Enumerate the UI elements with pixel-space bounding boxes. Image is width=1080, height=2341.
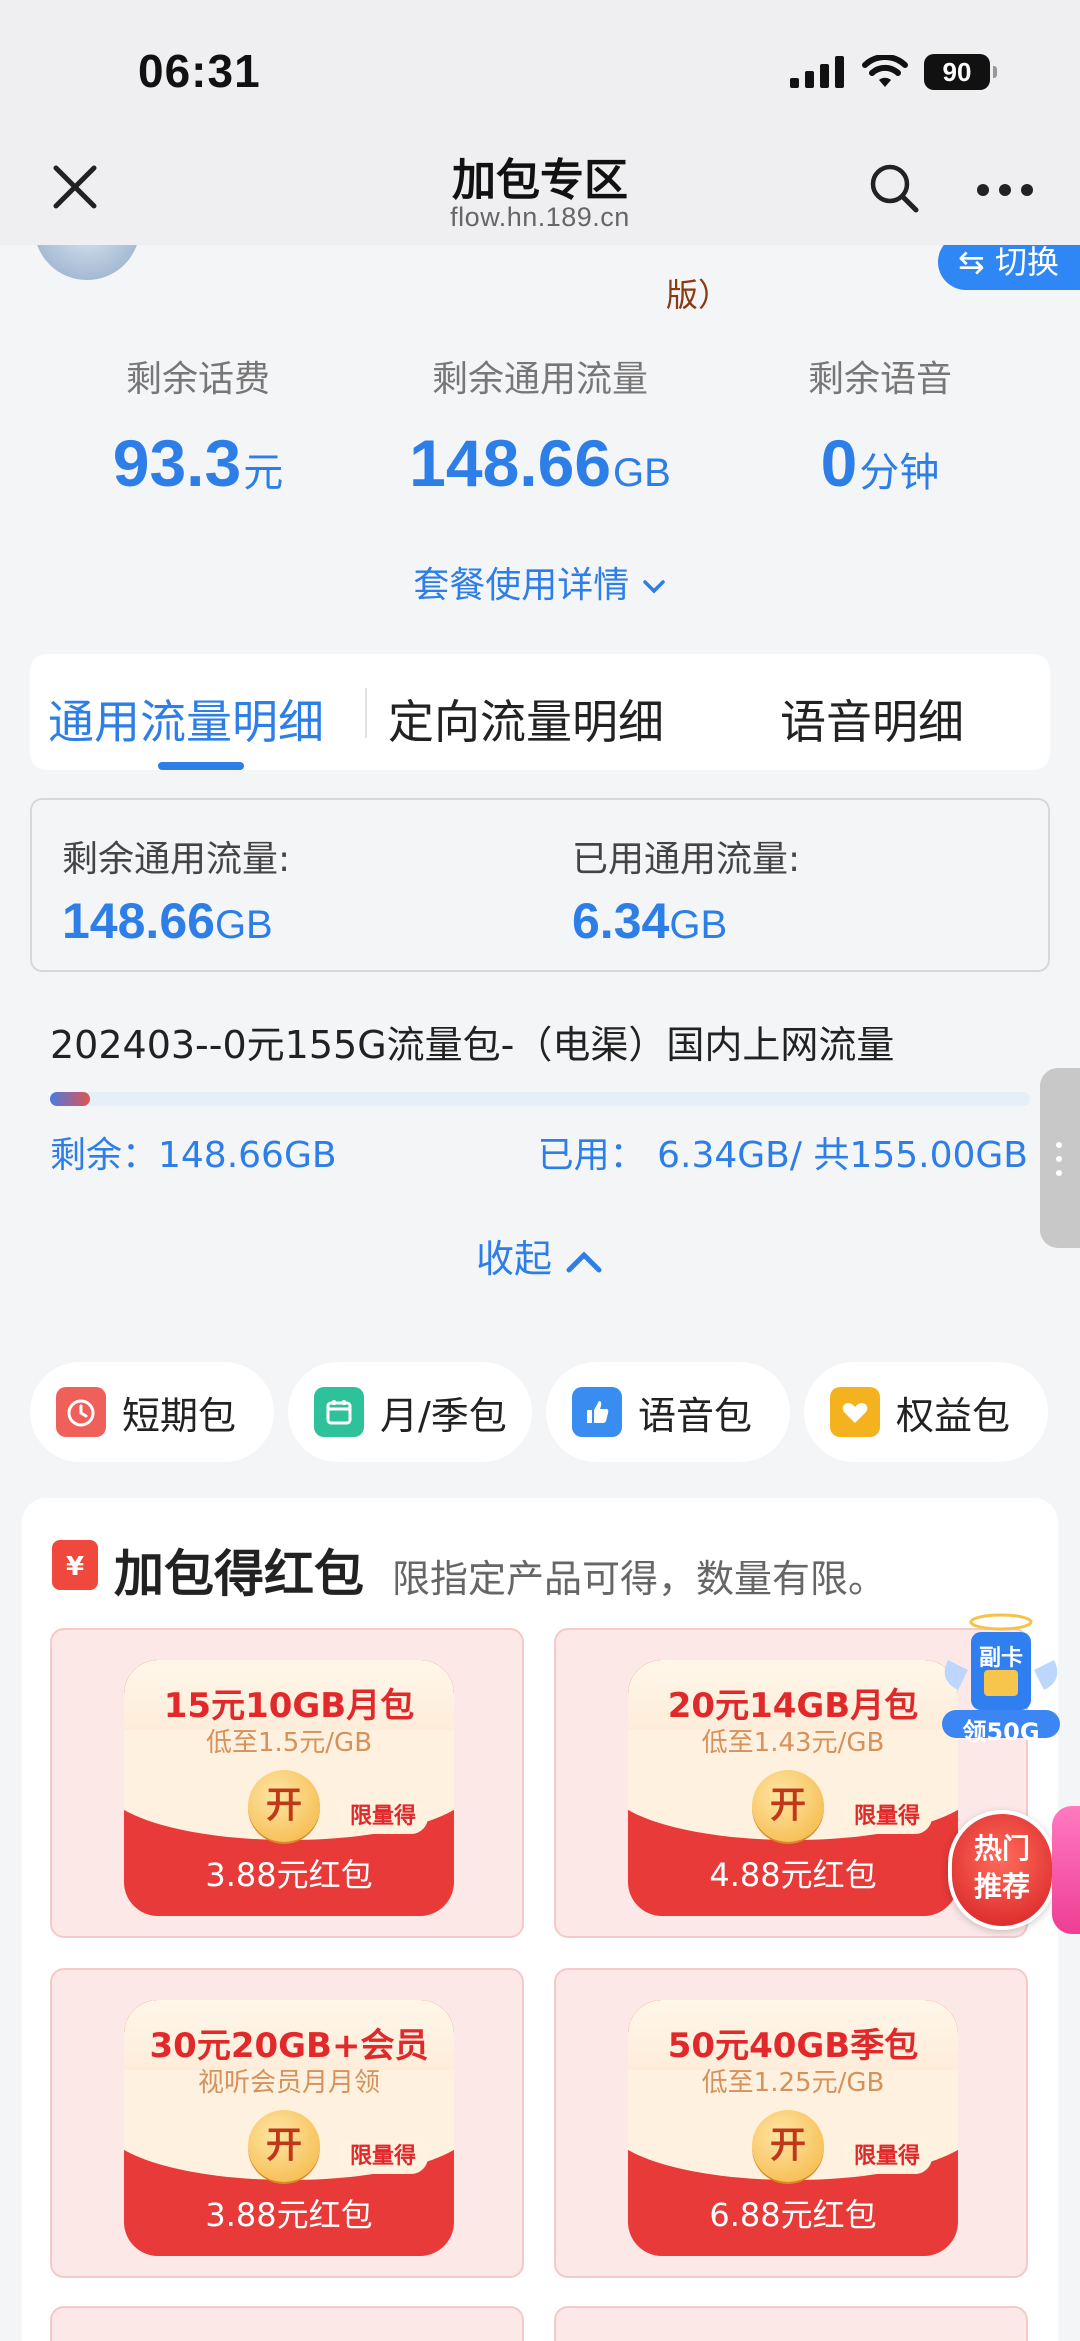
offer-title: 20元14GB月包 (667, 1686, 919, 1726)
tab-voice[interactable]: 语音明细 (780, 686, 964, 752)
offer-subtitle: 低至1.5元/GB (205, 1728, 373, 1758)
offer-subtitle: 视听会员月月领 (197, 2068, 380, 2098)
sim-promo-top: 副卡 (978, 1646, 1023, 1671)
redpacket-offer[interactable]: 15元10GB月包 低至1.5元/GB 开 限量得 3.88元红包 (50, 1628, 524, 1938)
category-monthly-quarterly[interactable]: 月/季包 (288, 1362, 532, 1462)
category-short-term[interactable]: 短期包 (30, 1362, 274, 1462)
offer-title: 15元10GB月包 (163, 1686, 415, 1726)
offer-subtitle: 低至1.43元/GB (701, 1728, 885, 1758)
account-edition-text: 版） (666, 276, 731, 314)
hot-line1: 热门 (973, 1832, 1030, 1865)
offer-title: 50元40GB季包 (667, 2026, 919, 2066)
status-time: 06:31 (138, 45, 261, 97)
tab-underline (158, 762, 244, 770)
limited-badge: 限量得 (338, 1800, 429, 1834)
chevron-down-icon (642, 580, 665, 594)
package-used: 已用： 6.34GB/ 共155.00GB (537, 1135, 1028, 1176)
open-button[interactable]: 开 (752, 1770, 824, 1842)
offer-amount: 3.88元红包 (205, 2196, 373, 2234)
signal-icon (790, 56, 844, 88)
offer-amount: 3.88元红包 (205, 1856, 373, 1894)
battery-indicator: 90 (924, 54, 997, 90)
side-promo-tab[interactable] (1052, 1806, 1080, 1934)
redpacket-subtitle: 限指定产品可得，数量有限。 (392, 1557, 887, 1601)
balance-value: 0分钟 (820, 426, 940, 500)
used-value: 6.34GB (572, 893, 728, 949)
remaining-summary: 剩余通用流量: 148.66GB (62, 830, 290, 950)
package-remaining: 剩余：148.66GB (50, 1135, 337, 1176)
balance-label: 剩余语音 (807, 359, 952, 400)
offer-amount: 6.88元红包 (709, 2196, 877, 2234)
offer-subtitle: 低至1.25元/GB (701, 2068, 885, 2098)
calendar-icon (314, 1387, 364, 1437)
tab-general-data[interactable]: 通用流量明细 (48, 686, 324, 752)
side-drawer-handle[interactable] (1040, 1068, 1080, 1248)
remaining-label: 剩余通用流量: (62, 839, 291, 880)
category-benefits[interactable]: 权益包 (804, 1362, 1048, 1462)
redpacket-title: 加包得红包 (114, 1545, 364, 1603)
used-label: 已用通用流量: (572, 839, 801, 880)
collapse-button[interactable]: 收起 (0, 1228, 1080, 1283)
chevron-up-icon (566, 1250, 602, 1272)
open-button[interactable]: 开 (248, 2110, 320, 2182)
redpacket-offer-partial[interactable] (554, 2306, 1028, 2341)
balance-fee: 剩余话费 93.3元 (38, 350, 358, 496)
limited-badge: 限量得 (338, 2140, 429, 2174)
balance-value: 148.66GB (409, 426, 671, 500)
limited-badge: 限量得 (842, 1800, 933, 1834)
plan-detail-link[interactable]: 套餐使用详情 (0, 556, 1080, 608)
search-icon[interactable] (868, 162, 920, 214)
red-envelope: 15元10GB月包 低至1.5元/GB 开 限量得 3.88元红包 (124, 1660, 454, 1916)
usage-progress-fill (50, 1092, 91, 1106)
usage-progress-bar (50, 1092, 1030, 1106)
balance-data: 剩余通用流量 148.66GB (380, 350, 700, 496)
open-button[interactable]: 开 (248, 1770, 320, 1842)
category-label: 月/季包 (380, 1393, 507, 1438)
offer-amount: 4.88元红包 (709, 1856, 877, 1894)
balance-value: 93.3元 (112, 426, 284, 500)
category-label: 权益包 (896, 1393, 1011, 1438)
balance-voice: 剩余语音 0分钟 (720, 350, 1040, 496)
hot-recommend-button[interactable]: 热门 推荐 (948, 1810, 1056, 1930)
hot-line2: 推荐 (973, 1870, 1030, 1903)
switch-label: 切换 (994, 243, 1059, 281)
redpacket-icon: ¥ (52, 1540, 98, 1590)
used-summary: 已用通用流量: 6.34GB (572, 830, 800, 950)
red-envelope: 20元14GB月包 低至1.43元/GB 开 限量得 4.88元红包 (628, 1660, 958, 1916)
red-envelope: 50元40GB季包 低至1.25元/GB 开 限量得 6.88元红包 (628, 2000, 958, 2256)
package-name: 202403--0元155G流量包-（电渠）国内上网流量 (50, 1023, 895, 1067)
switch-icon: ⇆ (958, 243, 985, 281)
more-icon[interactable] (975, 180, 1035, 200)
sim-card-promo-button[interactable]: 副卡 领50G (938, 1610, 1064, 1746)
status-icons: 90 (790, 52, 997, 92)
balance-label: 剩余话费 (125, 359, 270, 400)
top-bar: 06:31 90 加包专区 flow.hn.189.cn (0, 0, 1080, 245)
tab-targeted-data[interactable]: 定向流量明细 (388, 686, 664, 752)
tab-divider (365, 688, 367, 738)
limited-badge: 限量得 (842, 2140, 933, 2174)
redpacket-offer[interactable]: 50元40GB季包 低至1.25元/GB 开 限量得 6.88元红包 (554, 1968, 1028, 2278)
redpacket-offer[interactable]: 30元20GB+会员 视听会员月月领 开 限量得 3.88元红包 (50, 1968, 524, 2278)
flow-summary: 剩余通用流量: 148.66GB 已用通用流量: 6.34GB (30, 798, 1050, 972)
redpacket-offer-partial[interactable] (50, 2306, 524, 2341)
category-voice[interactable]: 语音包 (546, 1362, 790, 1462)
detail-tabs: 通用流量明细 定向流量明细 语音明细 (30, 654, 1050, 770)
red-envelope: 30元20GB+会员 视听会员月月领 开 限量得 3.88元红包 (124, 2000, 454, 2256)
clock-icon (56, 1387, 106, 1437)
remaining-value: 148.66GB (62, 893, 273, 949)
offer-title: 30元20GB+会员 (149, 2026, 429, 2066)
thumbs-up-icon (572, 1387, 622, 1437)
heart-icon (830, 1387, 880, 1437)
category-label: 短期包 (122, 1393, 237, 1438)
wifi-icon (862, 55, 908, 87)
category-label: 语音包 (638, 1393, 753, 1438)
sim-promo-label: 领50G (962, 1718, 1040, 1746)
balance-label: 剩余通用流量 (431, 359, 648, 400)
open-button[interactable]: 开 (752, 2110, 824, 2182)
